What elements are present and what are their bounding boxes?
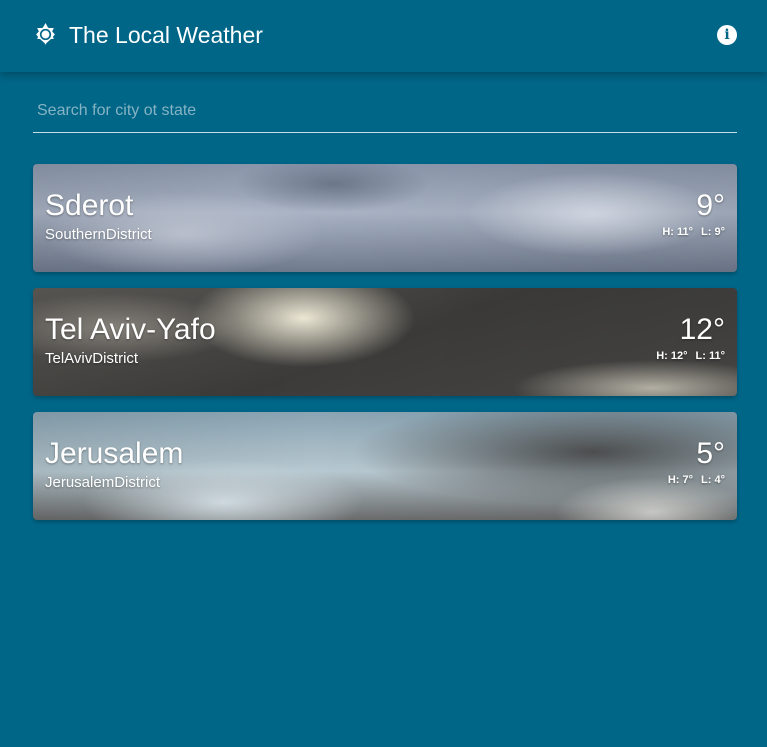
- search-input[interactable]: [33, 92, 737, 130]
- high-temperature: H: 12°: [656, 350, 688, 362]
- current-temperature: 5°: [696, 437, 725, 470]
- sun-icon: [36, 23, 55, 45]
- city-card-sderot[interactable]: Sderot SouthernDistrict 9° H: 11° L: 9°: [33, 164, 737, 272]
- low-temperature: L: 9°: [701, 226, 725, 238]
- city-region: JerusalemDistrict: [45, 474, 161, 491]
- low-temperature: L: 11°: [695, 350, 725, 362]
- high-temperature: H: 7°: [667, 474, 694, 486]
- high-temperature: H: 11°: [662, 226, 694, 238]
- low-temperature: L: 4°: [701, 474, 725, 486]
- high-low-temperature: H: 12° L: 11°: [656, 349, 725, 363]
- info-icon[interactable]: i: [717, 25, 737, 45]
- app-header: The Local Weather i: [0, 0, 767, 72]
- high-low-temperature: H: 11° L: 9°: [662, 225, 725, 239]
- city-card-jerusalem[interactable]: Jerusalem JerusalemDistrict 5° H: 7° L: 4…: [33, 412, 737, 520]
- current-temperature: 12°: [679, 313, 725, 346]
- city-name: Tel Aviv-Yafo: [45, 313, 216, 346]
- city-region: SouthernDistrict: [45, 226, 152, 243]
- high-low-temperature: H: 7° L: 4°: [668, 473, 725, 487]
- app-title: The Local Weather: [69, 22, 263, 48]
- city-name: Sderot: [45, 189, 134, 222]
- current-temperature: 9°: [696, 189, 725, 222]
- card-background-image: [33, 164, 737, 272]
- city-region: TelAvivDistrict: [45, 350, 139, 367]
- city-name: Jerusalem: [45, 437, 184, 470]
- city-card-tel-aviv-yafo[interactable]: Tel Aviv-Yafo TelAvivDistrict 12° H: 12°…: [33, 288, 737, 396]
- search-bar: [33, 92, 737, 133]
